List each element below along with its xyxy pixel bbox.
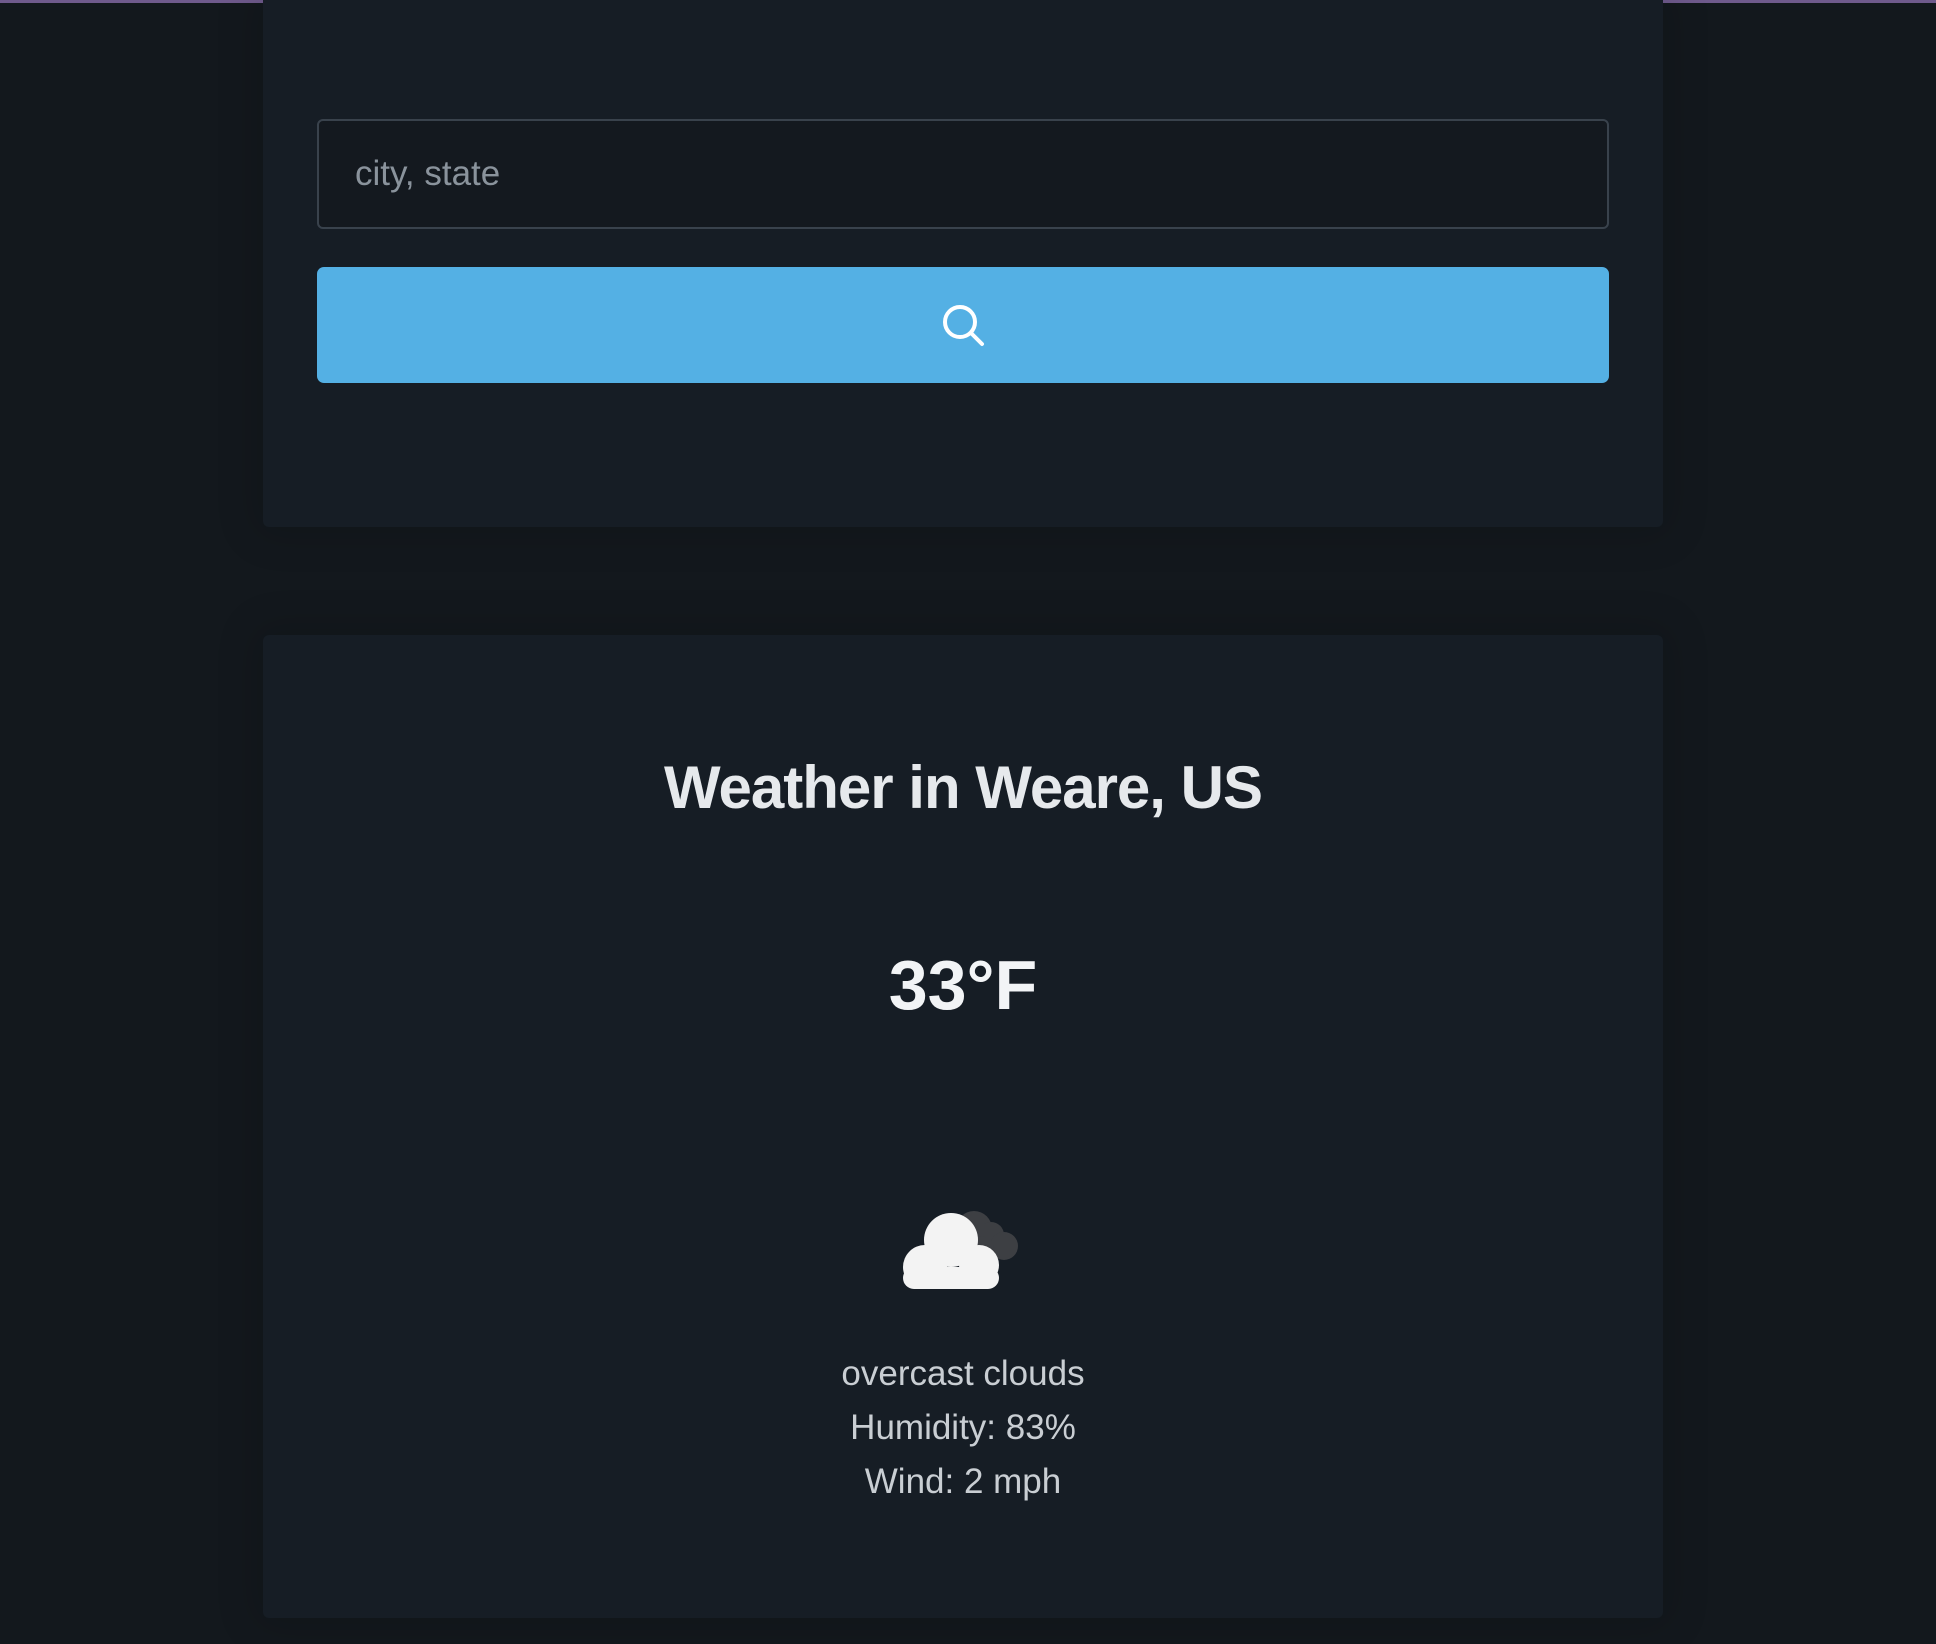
city-search-input[interactable] xyxy=(317,119,1609,229)
search-icon xyxy=(943,305,984,346)
search-button[interactable] xyxy=(317,267,1609,383)
wind-value: Wind: 2 mph xyxy=(864,1462,1062,1501)
weather-details: overcast clouds Humidity: 83% Wind: 2 mp… xyxy=(263,1347,1663,1509)
weather-result-card: Weather in Weare, US 33°F overcast cloud… xyxy=(263,635,1663,1618)
search-card xyxy=(263,0,1663,527)
weather-description: overcast clouds xyxy=(841,1354,1085,1393)
temperature-value: 33°F xyxy=(888,946,1038,1024)
overcast-clouds-icon xyxy=(903,1211,1018,1289)
weather-location-title: Weather in Weare, US xyxy=(664,754,1263,821)
humidity-value: Humidity: 83% xyxy=(850,1408,1076,1447)
